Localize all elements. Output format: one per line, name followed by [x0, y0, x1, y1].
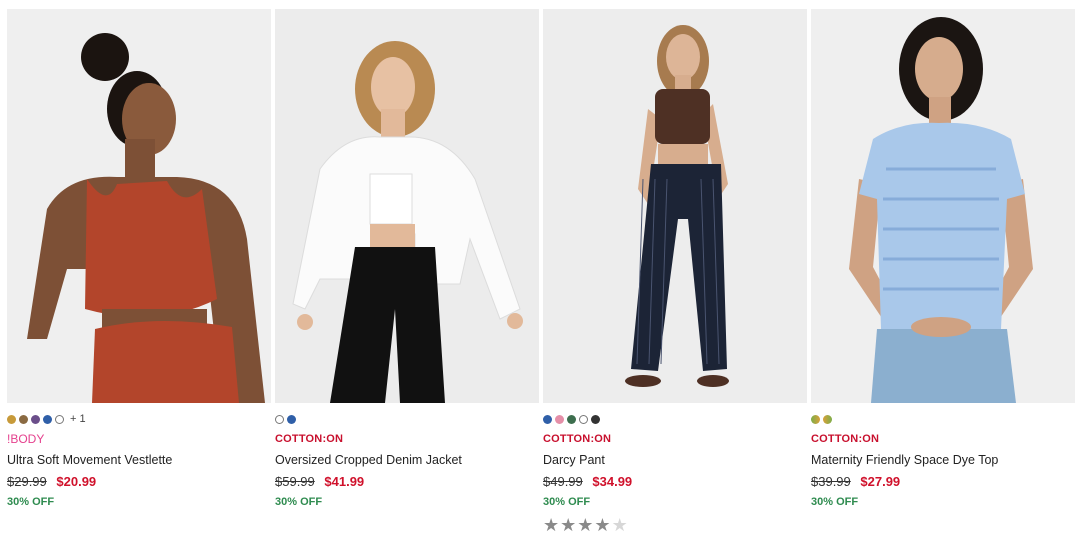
more-colors[interactable]: + 1: [70, 413, 86, 425]
color-swatch[interactable]: [55, 414, 64, 424]
product-photo: [7, 9, 271, 403]
product-photo: [811, 9, 1075, 403]
product-card[interactable]: COTTON:ON Oversized Cropped Denim Jacket…: [275, 9, 539, 510]
color-swatches[interactable]: [275, 409, 539, 429]
star-empty-icon: ★: [611, 515, 628, 535]
color-swatch[interactable]: [275, 414, 284, 424]
sale-price: $34.99: [592, 474, 633, 489]
color-swatch[interactable]: [555, 414, 564, 424]
product-image[interactable]: [543, 9, 807, 403]
color-swatch[interactable]: [543, 414, 552, 424]
discount-label: 30% OFF: [543, 496, 591, 508]
color-swatch[interactable]: [19, 414, 28, 424]
original-price: $39.99: [811, 474, 851, 489]
original-price: $59.99: [275, 474, 315, 489]
original-price: $49.99: [543, 474, 583, 489]
original-price: $29.99: [7, 474, 47, 489]
color-swatch[interactable]: [823, 414, 832, 424]
color-swatches[interactable]: [811, 409, 1075, 429]
sale-price: $41.99: [324, 474, 365, 489]
product-card[interactable]: + 1 !BODY Ultra Soft Movement Vestlette …: [7, 9, 271, 510]
product-grid: + 1 !BODY Ultra Soft Movement Vestlette …: [0, 0, 1080, 537]
star-filled-icon: ★: [560, 515, 577, 535]
product-card[interactable]: COTTON:ON Maternity Friendly Space Dye T…: [811, 9, 1075, 510]
discount-label: 30% OFF: [811, 496, 859, 508]
discount-label: 30% OFF: [275, 496, 323, 508]
product-card[interactable]: COTTON:ON Darcy Pant $49.99 $34.99 30% O…: [543, 9, 807, 534]
color-swatch[interactable]: [591, 414, 600, 424]
color-swatch[interactable]: [31, 414, 40, 424]
color-swatch[interactable]: [7, 414, 16, 424]
star-filled-icon: ★: [577, 515, 594, 535]
product-name[interactable]: Darcy Pant: [543, 452, 807, 469]
color-swatches[interactable]: + 1: [7, 409, 271, 429]
product-photo: [543, 9, 807, 403]
discount-label: 30% OFF: [7, 496, 55, 508]
price-row: $59.99 $41.99: [275, 473, 539, 491]
product-name[interactable]: Oversized Cropped Denim Jacket: [275, 452, 539, 469]
star-filled-icon: ★: [543, 515, 560, 535]
product-name[interactable]: Maternity Friendly Space Dye Top: [811, 452, 1075, 469]
brand-label: COTTON:ON: [543, 433, 612, 445]
price-row: $39.99 $27.99: [811, 473, 1075, 491]
product-name[interactable]: Ultra Soft Movement Vestlette: [7, 452, 271, 469]
color-swatch[interactable]: [567, 414, 576, 424]
sale-price: $27.99: [860, 474, 901, 489]
color-swatch[interactable]: [811, 414, 820, 424]
color-swatch[interactable]: [43, 414, 52, 424]
brand-label: COTTON:ON: [811, 433, 880, 445]
price-row: $49.99 $34.99: [543, 473, 807, 491]
product-image[interactable]: [811, 9, 1075, 403]
product-photo: [275, 9, 539, 403]
brand-label: !BODY: [7, 432, 45, 446]
star-rating[interactable]: ★ ★ ★ ★ ★: [543, 516, 807, 534]
product-image[interactable]: [7, 9, 271, 403]
color-swatch[interactable]: [579, 414, 588, 424]
color-swatches[interactable]: [543, 409, 807, 429]
star-filled-icon: ★: [594, 515, 611, 535]
price-row: $29.99 $20.99: [7, 473, 271, 491]
brand-label: COTTON:ON: [275, 433, 344, 445]
color-swatch[interactable]: [287, 414, 296, 424]
product-image[interactable]: [275, 9, 539, 403]
sale-price: $20.99: [56, 474, 97, 489]
